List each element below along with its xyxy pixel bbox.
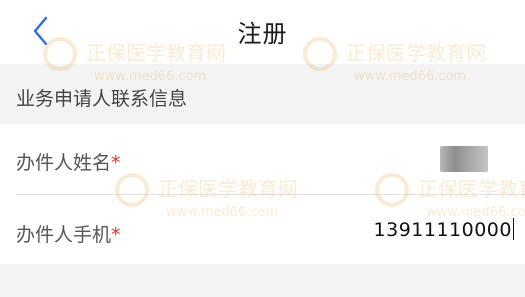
name-field-label: 办件人姓名* (16, 148, 121, 175)
phone-field-label: 办件人手机* (16, 220, 121, 247)
required-mark: * (111, 152, 121, 174)
section-title: 业务申请人联系信息 (16, 88, 188, 110)
name-field-value-blurred[interactable] (440, 146, 488, 172)
text-cursor (513, 218, 514, 240)
page-title: 注册 (237, 20, 288, 48)
top-bar: 注册 (0, 0, 525, 64)
phone-label-text: 办件人手机 (16, 224, 112, 246)
name-field-row[interactable]: 办件人姓名* (0, 124, 525, 196)
phone-input-value: 13911110000 (373, 219, 512, 241)
page-background-bottom (0, 264, 525, 297)
required-mark: * (111, 224, 121, 246)
section-header: 业务申请人联系信息 (0, 64, 525, 124)
name-label-text: 办件人姓名 (16, 152, 112, 174)
phone-input[interactable]: 13911110000 (374, 218, 514, 241)
row-divider (16, 194, 525, 195)
phone-field-row[interactable]: 办件人手机* 13911110000 (0, 196, 525, 264)
